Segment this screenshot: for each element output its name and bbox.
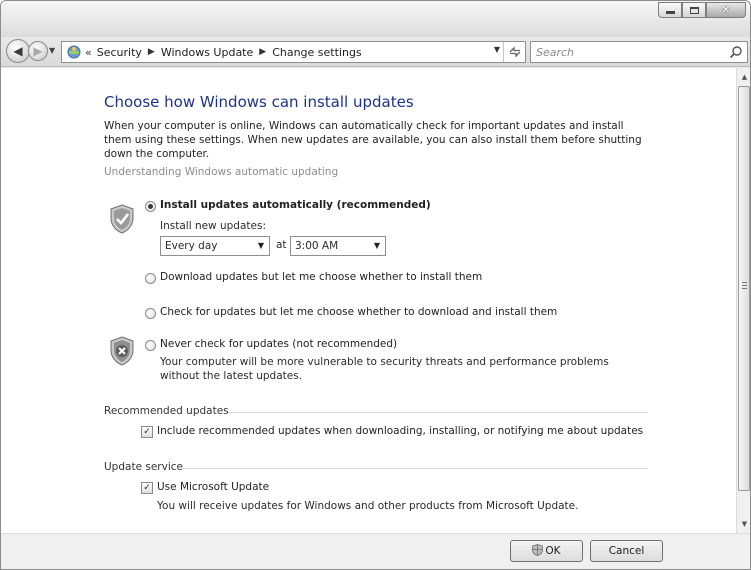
search-icon[interactable] [729,45,743,59]
microsoft-update-description: You will receive updates for Windows and… [157,500,579,512]
shield-x-icon [110,336,134,366]
maximize-icon [689,6,699,14]
minimize-button[interactable] [658,2,682,18]
scroll-up-icon[interactable]: ▲ [737,70,750,84]
chevron-down-icon: ▼ [373,241,380,250]
back-arrow-icon: ◀ [13,44,23,58]
shield-check-icon [110,204,134,234]
address-bar[interactable]: « Security ▶ Windows Update ▶ Change set… [61,41,526,63]
install-time-value: 3:00 AM [295,240,339,252]
recommended-updates-label[interactable]: Include recommended updates when downloa… [157,425,643,437]
chevron-down-icon: ▼ [49,46,56,55]
breadcrumb-overflow[interactable]: « [85,46,92,59]
vertical-scrollbar[interactable]: ▲ ▼ [736,68,750,533]
change-settings-window: ✕ ◀ ▶ ▼ « Security ▶ Windows Update ▶ Ch… [0,0,751,570]
breadcrumb-security[interactable]: Security [97,46,142,59]
install-new-updates-label: Install new updates: [160,220,266,232]
recent-pages-dropdown[interactable]: ▼ [49,46,55,55]
refresh-icon [509,46,520,58]
search-placeholder: Search [536,45,575,59]
uac-shield-icon [532,544,544,556]
divider [181,468,648,469]
radio-download-only[interactable] [145,273,156,284]
ok-button[interactable]: OK [510,540,583,562]
navigation-bar: ◀ ▶ ▼ « Security ▶ Windows Update ▶ Chan… [1,37,750,67]
dialog-footer: OK Cancel [1,533,750,569]
help-link[interactable]: Understanding Windows automatic updating [104,166,338,178]
close-button[interactable]: ✕ [706,2,746,18]
recommended-updates-title: Recommended updates [104,405,229,417]
radio-never-check[interactable] [145,340,156,351]
intro-text: When your computer is online, Windows ca… [104,120,642,160]
control-panel-icon [66,44,82,60]
never-check-warning: Your computer will be more vulnerable to… [160,356,609,382]
breadcrumb-separator-icon[interactable]: ▶ [148,47,155,57]
window-controls: ✕ [658,2,746,18]
radio-check-only[interactable] [145,308,156,319]
address-dropdown-icon[interactable]: ▼ [494,45,500,54]
chevron-down-icon: ▼ [257,241,264,250]
maximize-button[interactable] [682,2,706,18]
grip-icon [742,282,747,289]
refresh-button[interactable] [503,42,525,62]
option-check-only-label[interactable]: Check for updates but let me choose whet… [160,306,557,318]
microsoft-update-label[interactable]: Use Microsoft Update [157,481,269,493]
search-input[interactable]: Search [530,41,748,63]
back-button[interactable]: ◀ [6,39,30,63]
option-install-automatically-label[interactable]: Install updates automatically (recommend… [160,199,431,211]
microsoft-update-checkbox[interactable]: ✓ [141,482,153,494]
breadcrumb-separator-icon[interactable]: ▶ [259,47,266,57]
scroll-down-icon[interactable]: ▼ [737,517,750,531]
settings-content: Choose how Windows can install updates W… [1,68,736,533]
recommended-updates-checkbox[interactable]: ✓ [141,426,153,438]
breadcrumb-change-settings[interactable]: Change settings [272,46,361,59]
option-never-check-label[interactable]: Never check for updates (not recommended… [160,338,397,350]
install-day-select[interactable]: Every day ▼ [160,236,270,256]
option-download-only-label[interactable]: Download updates but let me choose wheth… [160,271,482,283]
forward-button[interactable]: ▶ [28,41,48,61]
at-label: at [276,239,287,251]
divider [228,412,648,413]
close-icon: ✕ [721,4,731,16]
radio-install-automatically[interactable] [145,201,156,212]
forward-arrow-icon: ▶ [33,44,43,58]
minimize-icon [665,10,675,14]
update-service-title: Update service [104,461,183,473]
scroll-thumb[interactable] [738,86,750,491]
title-bar: ✕ [1,1,750,37]
ok-label: OK [545,545,561,557]
page-title: Choose how Windows can install updates [104,93,414,111]
breadcrumb-windows-update[interactable]: Windows Update [161,46,253,59]
install-time-select[interactable]: 3:00 AM ▼ [290,236,386,256]
cancel-button[interactable]: Cancel [590,540,663,562]
install-day-value: Every day [165,240,218,252]
